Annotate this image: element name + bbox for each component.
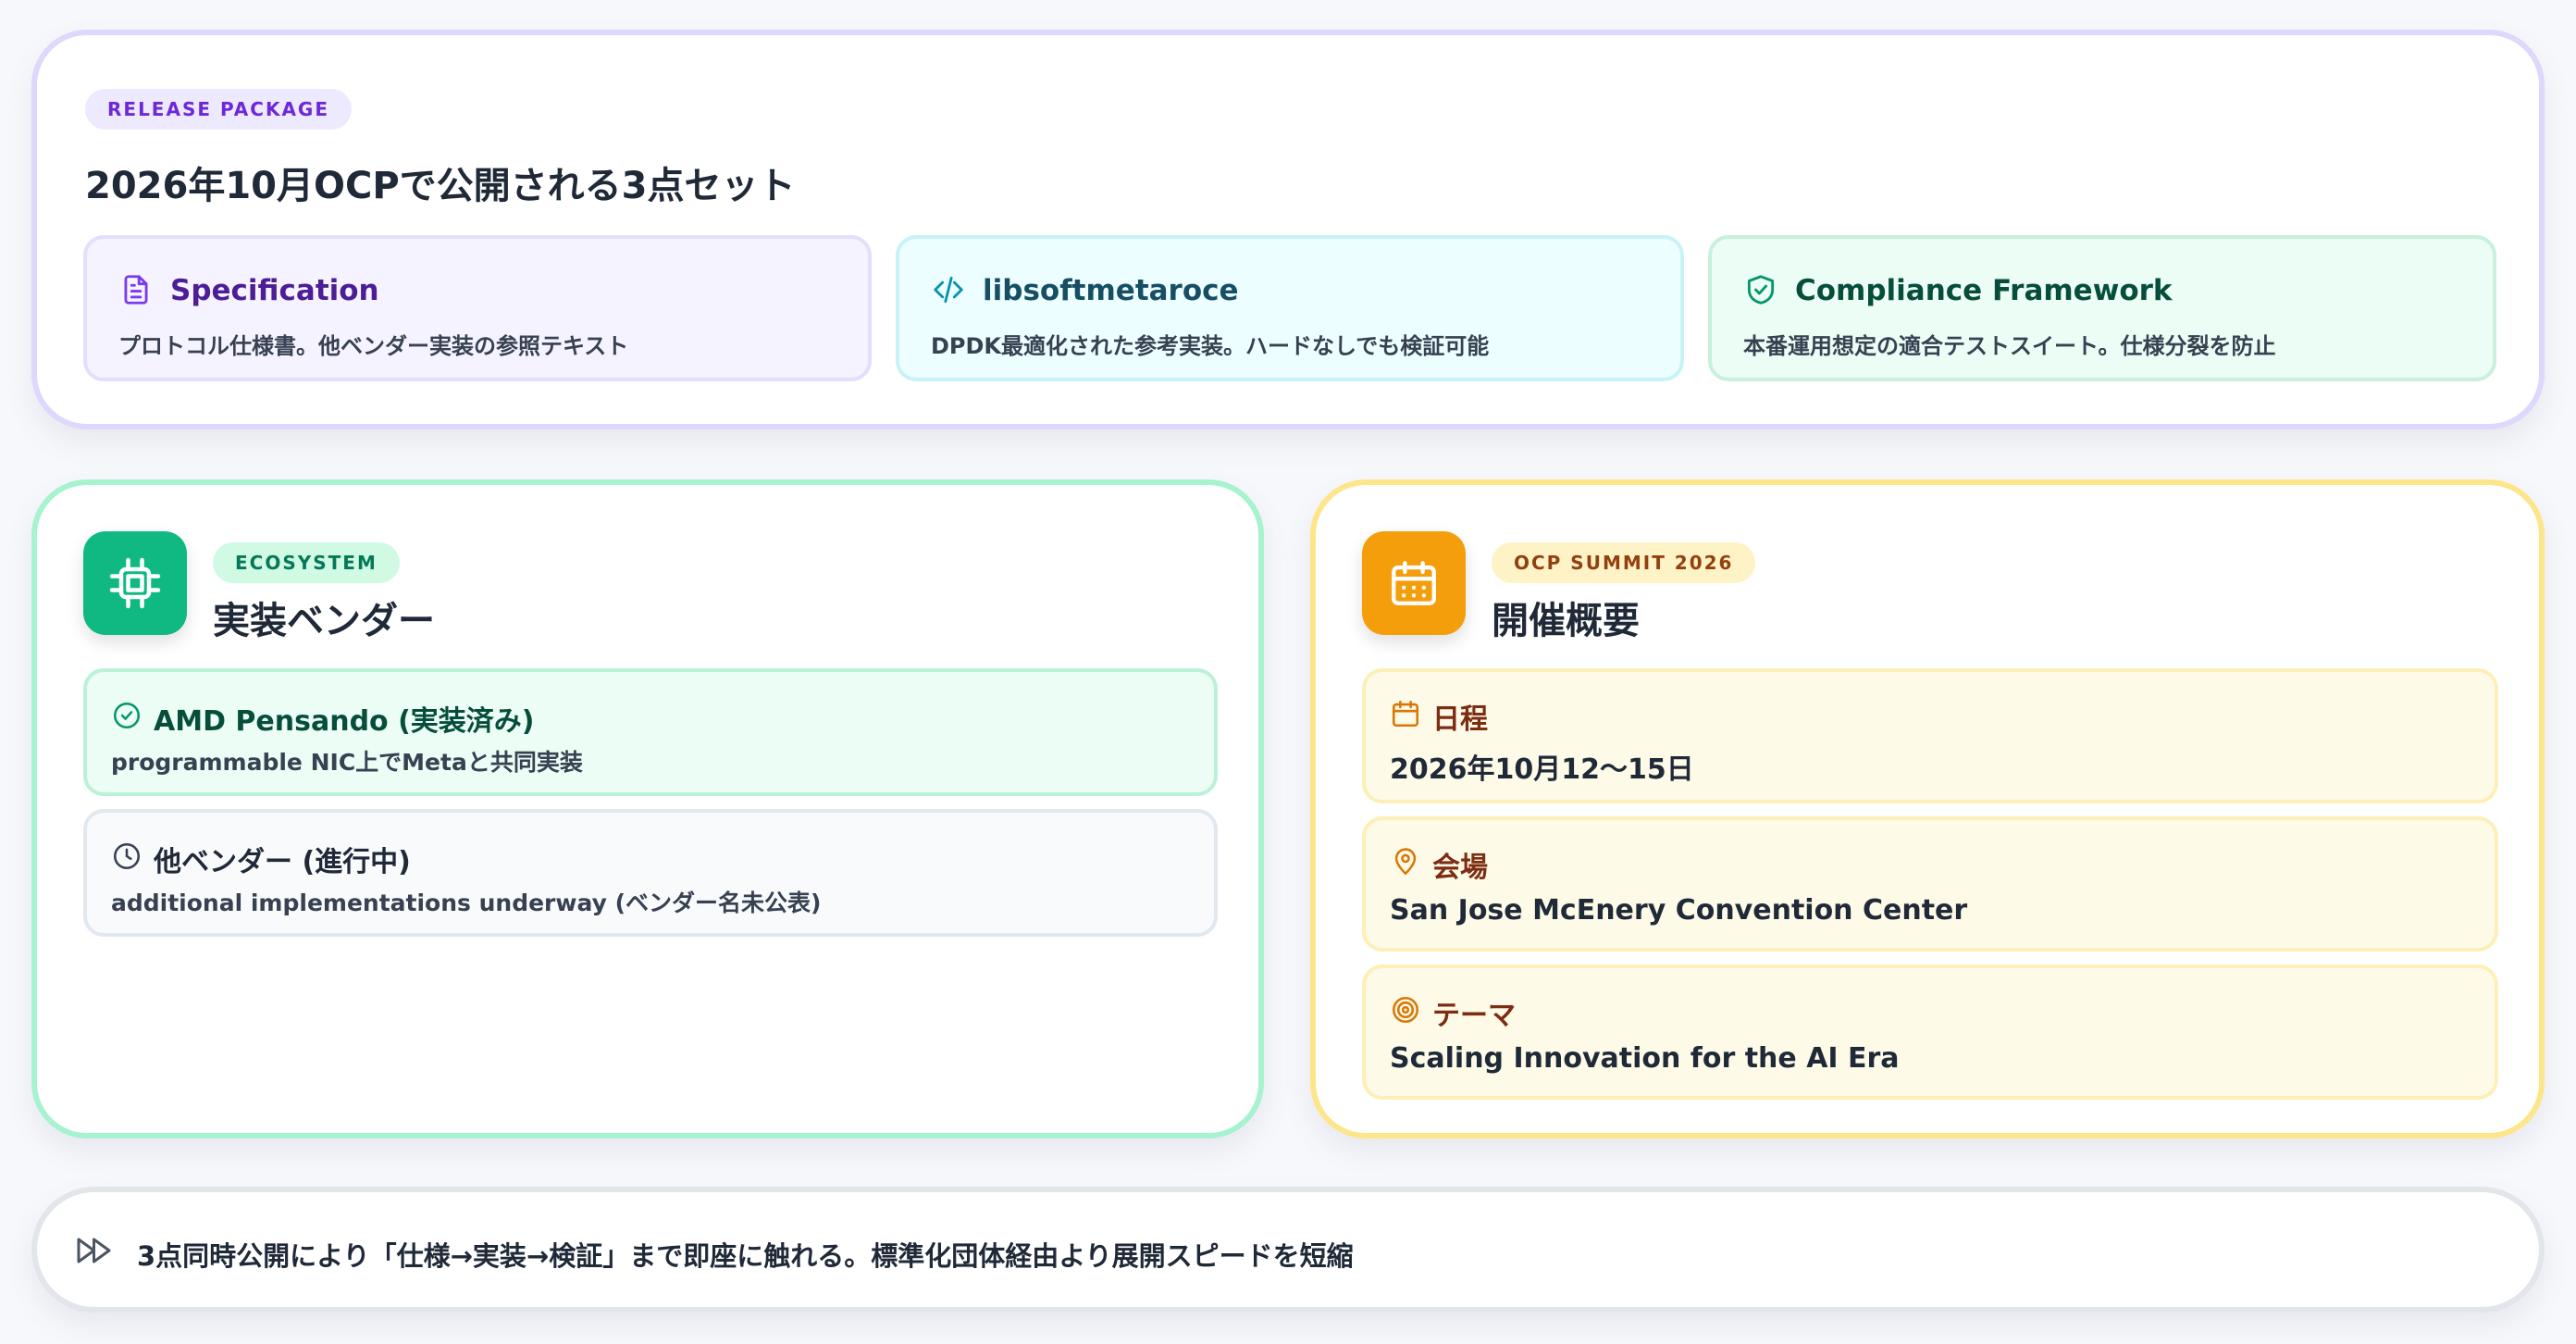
theme-label: テーマ bbox=[1432, 1000, 1516, 1032]
schedule-card: 日程 2026年10月12〜15日 bbox=[1362, 668, 2498, 803]
map-pin-icon bbox=[1394, 848, 1417, 876]
chip-icon bbox=[83, 531, 187, 635]
theme-card: テーマ Scaling Innovation for the AI Era bbox=[1362, 964, 2498, 1100]
vendor-card-amd: AMD Pensando (実装済み) programmable NIC上でMe… bbox=[83, 668, 1218, 796]
summary-banner: 3点同時公開により「仕様→実装→検証」まで即座に触れる。標準化団体経由より展開ス… bbox=[31, 1187, 2545, 1313]
vendors-title: 実装ベンダー bbox=[213, 600, 435, 642]
banner-text: 3点同時公開により「仕様→実装→検証」まで即座に触れる。標準化団体経由より展開ス… bbox=[137, 1240, 1354, 1272]
shield-check-icon bbox=[1747, 275, 1775, 305]
package-desc: 本番運用想定の適合テストスイート。仕様分裂を防止 bbox=[1743, 333, 2276, 359]
package-title: Specification bbox=[170, 274, 379, 307]
package-desc: プロトコル仕様書。他ベンダー実装の参照テキスト bbox=[118, 333, 629, 359]
release-title: 2026年10月OCPで公開される3点セット bbox=[85, 165, 796, 207]
summit-panel: OCP SUMMIT 2026 開催概要 日程 2026年10月12〜15日 会… bbox=[1310, 479, 2545, 1139]
summit-tag: OCP SUMMIT 2026 bbox=[1492, 542, 1756, 583]
code-icon bbox=[934, 276, 963, 304]
vendor-title: 他ベンダー (進行中) bbox=[154, 846, 411, 878]
document-icon bbox=[124, 275, 148, 305]
vendor-desc: additional implementations underway (ベンダ… bbox=[111, 890, 822, 916]
vendor-card-other: 他ベンダー (進行中) additional implementations u… bbox=[83, 809, 1218, 937]
venue-value: San Jose McEnery Convention Center bbox=[1390, 894, 1968, 927]
schedule-label: 日程 bbox=[1432, 703, 1488, 736]
calendar-icon bbox=[1392, 700, 1419, 728]
theme-value: Scaling Innovation for the AI Era bbox=[1390, 1042, 1900, 1075]
package-card-compliance: Compliance Framework 本番運用想定の適合テストスイート。仕様… bbox=[1708, 235, 2496, 381]
check-circle-icon bbox=[113, 702, 141, 729]
venue-card: 会場 San Jose McEnery Convention Center bbox=[1362, 816, 2498, 952]
ecosystem-tag: ECOSYSTEM bbox=[213, 542, 400, 583]
schedule-value: 2026年10月12〜15日 bbox=[1390, 753, 1694, 786]
package-title: Compliance Framework bbox=[1795, 274, 2173, 307]
vendor-title: AMD Pensando (実装済み) bbox=[154, 705, 535, 738]
target-icon bbox=[1392, 996, 1419, 1024]
clock-icon bbox=[113, 842, 141, 870]
vendors-panel: ECOSYSTEM 実装ベンダー AMD Pensando (実装済み) pro… bbox=[31, 479, 1264, 1139]
release-package-panel: RELEASE PACKAGE 2026年10月OCPで公開される3点セット S… bbox=[31, 30, 2545, 429]
release-tag: RELEASE PACKAGE bbox=[85, 89, 353, 130]
package-card-specification: Specification プロトコル仕様書。他ベンダー実装の参照テキスト bbox=[83, 235, 872, 381]
package-title: libsoftmetaroce bbox=[983, 274, 1239, 307]
fast-forward-icon bbox=[77, 1238, 111, 1263]
venue-label: 会場 bbox=[1432, 852, 1488, 884]
package-card-libsoftmetaroce: libsoftmetaroce DPDK最適化された参考実装。ハードなしでも検証… bbox=[896, 235, 1684, 381]
calendar-icon bbox=[1362, 531, 1466, 635]
summit-title: 開催概要 bbox=[1492, 600, 1640, 642]
vendor-desc: programmable NIC上でMetaと共同実装 bbox=[111, 749, 583, 776]
package-desc: DPDK最適化された参考実装。ハードなしでも検証可能 bbox=[931, 333, 1490, 359]
